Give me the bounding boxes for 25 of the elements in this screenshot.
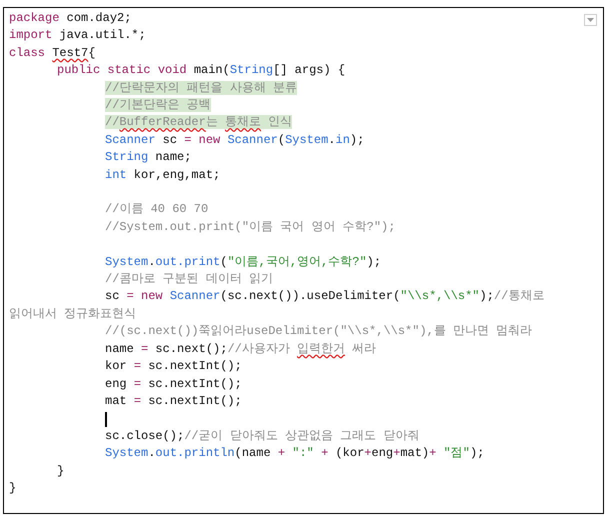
- code-line: import java.util.*;: [9, 27, 146, 44]
- code-line: //BufferReader는 통채로 인식: [104, 114, 292, 132]
- code-line: mat = sc.nextInt();: [104, 392, 242, 410]
- caret-icon: [587, 18, 594, 22]
- code-line: //System.out.print("이름 국어 영어 수학?");: [104, 218, 396, 236]
- code-line: package com.day2;: [9, 10, 132, 27]
- code-line: sc = new Scanner(sc.next()).useDelimiter("\\s*,\\s*");//통채로 읽어내서 정규화표현식: [9, 288, 546, 323]
- code-line: }: [9, 480, 16, 497]
- code-line: sc.close();//굳이 닫아줘도 상관없음 그래도 닫아줘: [104, 428, 420, 445]
- code-line: eng = sc.nextInt();: [104, 376, 242, 392]
- code-line: class Test7{: [9, 44, 96, 62]
- code-line: //콤마로 구분된 데이터 읽기: [104, 271, 274, 288]
- code-line: }: [56, 462, 64, 480]
- code-line: //(sc.next())쭉읽어라useDelimiter("\\s*,\\s*"),를 만나면 멈춰라: [104, 323, 532, 340]
- code-line: System.out.print("이름,국어,영어,수학?");: [104, 254, 382, 271]
- dropdown-button[interactable]: [584, 14, 597, 26]
- code-line: public static void main(String[] args) {: [56, 62, 346, 80]
- code-line: name = sc.next();//사용자가 입력한거 써라: [104, 340, 376, 358]
- text-cursor: [105, 412, 107, 426]
- code-line: int kor,eng,mat;: [104, 166, 220, 184]
- code-line: kor = sc.nextInt();: [104, 358, 242, 376]
- code-line: String name;: [104, 149, 192, 166]
- code-line: Scanner sc = new Scanner(System.in);: [104, 132, 364, 149]
- code-line: //이름 40 60 70: [104, 201, 208, 218]
- code-line: System.out.println(name + ":" + (kor+eng+mat)+ "점");: [104, 445, 484, 462]
